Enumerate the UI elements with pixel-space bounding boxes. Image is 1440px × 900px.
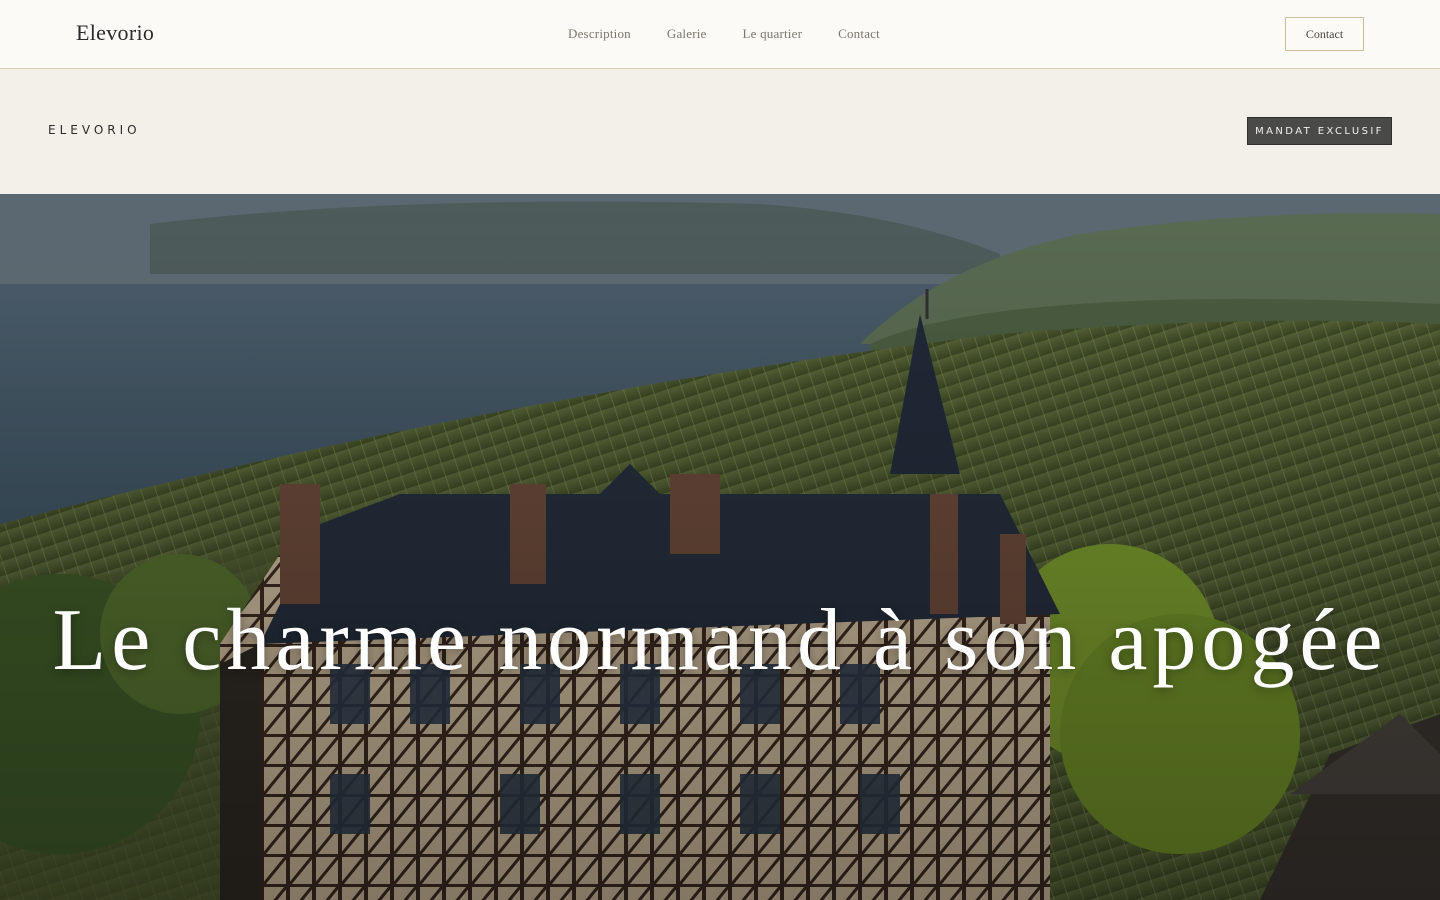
nav-link-le-quartier[interactable]: Le quartier: [743, 26, 803, 42]
listing-header: ELEVORIO MANDAT EXCLUSIF: [0, 69, 1440, 194]
nav-link-contact[interactable]: Contact: [838, 26, 880, 42]
hero-image: [0, 194, 1440, 900]
contact-button[interactable]: Contact: [1285, 17, 1364, 51]
nav-link-galerie[interactable]: Galerie: [667, 26, 707, 42]
main-nav: Description Galerie Le quartier Contact: [568, 26, 880, 42]
listing-brand: ELEVORIO: [48, 123, 141, 137]
top-navigation: Elevorio Description Galerie Le quartier…: [0, 0, 1440, 69]
exclusive-mandate-badge: MANDAT EXCLUSIF: [1247, 117, 1392, 145]
site-logo[interactable]: Elevorio: [76, 20, 154, 46]
nav-link-description[interactable]: Description: [568, 26, 631, 42]
hero-title: Le charme normand à son apogée: [52, 592, 1388, 689]
hero-section: Le charme normand à son apogée: [0, 194, 1440, 900]
